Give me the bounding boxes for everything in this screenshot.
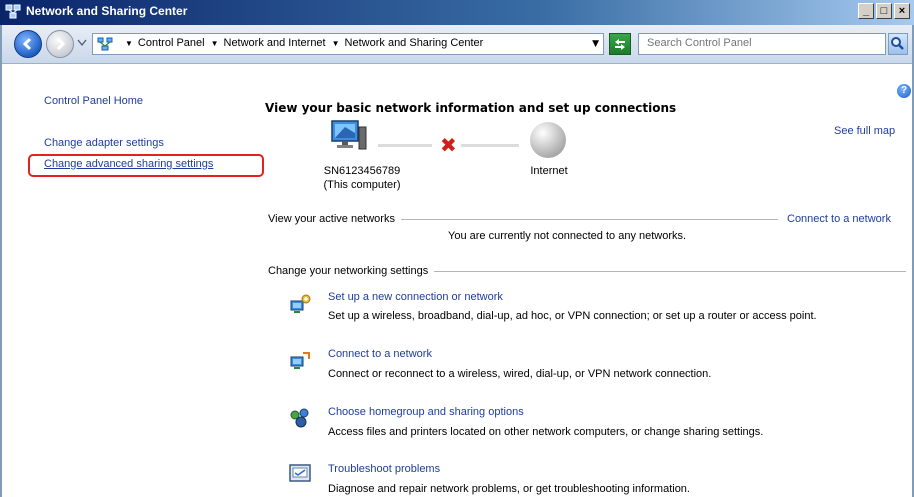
breadcrumb-network-internet[interactable]: Network and Internet xyxy=(224,37,326,49)
disconnected-x-icon: ✖ xyxy=(440,133,457,157)
task-description: Access files and printers located on oth… xyxy=(328,426,764,438)
refresh-button[interactable] xyxy=(609,33,631,55)
search-field[interactable] xyxy=(638,33,886,55)
new-connection-icon xyxy=(290,294,311,313)
search-button[interactable] xyxy=(888,33,908,55)
networking-settings-label: Change your networking settings xyxy=(268,265,435,277)
connection-line xyxy=(461,144,519,147)
refresh-icon xyxy=(615,39,625,50)
computer-icon xyxy=(331,120,367,150)
minimize-button[interactable]: _ xyxy=(858,3,874,19)
back-button[interactable] xyxy=(14,30,42,58)
internet-label: Internet xyxy=(530,165,568,177)
breadcrumb: ▼ Control Panel ▼ Network and Internet ▼… xyxy=(119,37,483,49)
computer-name: SN6123456789 xyxy=(323,165,401,177)
network-location-icon xyxy=(97,37,113,51)
active-networks-label: View your active networks xyxy=(268,213,401,225)
breadcrumb-network-sharing-center[interactable]: Network and Sharing Center xyxy=(345,37,484,49)
maximize-button[interactable]: □ xyxy=(876,3,892,19)
troubleshoot-icon xyxy=(289,464,311,482)
recent-pages-dropdown-icon[interactable] xyxy=(77,39,87,47)
address-dropdown-icon[interactable]: ▼ xyxy=(592,39,599,49)
task-title-connect-network[interactable]: Connect to a network xyxy=(328,348,432,360)
task-description: Diagnose and repair network problems, or… xyxy=(328,483,690,495)
help-icon[interactable]: ? xyxy=(897,84,911,98)
task-title-homegroup[interactable]: Choose homegroup and sharing options xyxy=(328,406,524,418)
content-area: ? Control Panel Home Change adapter sett… xyxy=(0,64,914,497)
task-description: Set up a wireless, broadband, dial-up, a… xyxy=(328,310,817,322)
homegroup-icon xyxy=(290,408,309,428)
connect-network-icon xyxy=(290,352,310,369)
page-heading: View your basic network information and … xyxy=(265,101,677,115)
forward-button[interactable] xyxy=(46,30,74,58)
search-icon xyxy=(891,37,904,50)
forward-arrow-icon xyxy=(56,37,66,51)
back-arrow-icon xyxy=(22,37,32,51)
computer-subtitle: (This computer) xyxy=(323,179,401,191)
task-title-new-connection[interactable]: Set up a new connection or network xyxy=(328,291,503,303)
control-panel-home-link[interactable]: Control Panel Home xyxy=(44,95,143,107)
chevron-right-icon[interactable]: ▼ xyxy=(211,39,219,48)
task-title-troubleshoot[interactable]: Troubleshoot problems xyxy=(328,463,440,475)
connect-to-network-link[interactable]: Connect to a network xyxy=(783,213,891,225)
internet-globe-icon xyxy=(530,122,566,158)
search-input[interactable] xyxy=(645,36,879,50)
task-description: Connect or reconnect to a wireless, wire… xyxy=(328,368,712,380)
breadcrumb-control-panel[interactable]: Control Panel xyxy=(138,37,205,49)
window-frame-left xyxy=(0,25,2,497)
highlight-box xyxy=(28,154,264,177)
window-title: Network and Sharing Center xyxy=(26,4,188,18)
connection-line xyxy=(378,144,432,147)
change-adapter-settings-link[interactable]: Change adapter settings xyxy=(44,137,164,149)
chevron-right-icon[interactable]: ▼ xyxy=(125,39,133,48)
navigation-bar: ▼ Control Panel ▼ Network and Internet ▼… xyxy=(0,25,914,64)
network-center-icon xyxy=(5,4,21,19)
address-bar[interactable]: ▼ Control Panel ▼ Network and Internet ▼… xyxy=(92,33,604,55)
title-bar: Network and Sharing Center _ □ × xyxy=(0,0,914,25)
connection-status-text: You are currently not connected to any n… xyxy=(448,230,687,242)
close-button[interactable]: × xyxy=(894,3,910,19)
see-full-map-link[interactable]: See full map xyxy=(834,125,895,137)
chevron-right-icon[interactable]: ▼ xyxy=(332,39,340,48)
